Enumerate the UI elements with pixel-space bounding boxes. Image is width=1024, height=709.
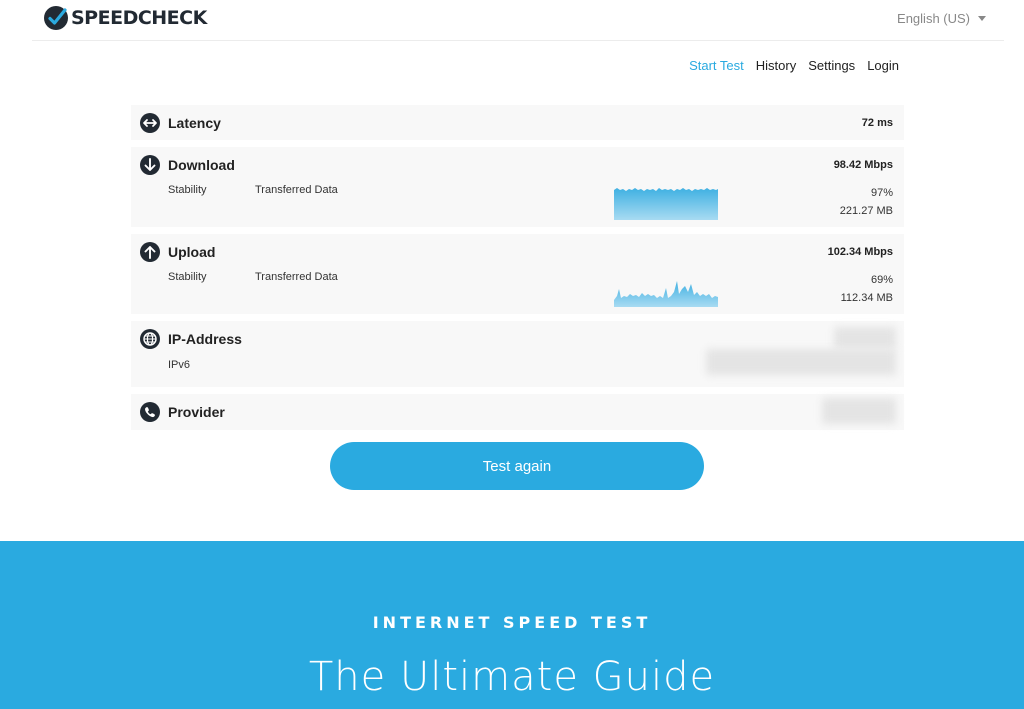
download-row: Download 98.42 Mbps Stability Transferre… (131, 147, 904, 227)
download-transferred-label: Transferred Data (255, 184, 338, 196)
upload-stability-label: Stability (168, 271, 207, 283)
language-selector[interactable]: English (US) (897, 11, 986, 26)
upload-transferred-value: 112.34 MB (840, 292, 893, 304)
download-speed-graph (614, 188, 718, 220)
ip-address-redacted (834, 327, 896, 349)
test-again-button[interactable]: Test again (330, 442, 704, 490)
download-stability-value: 97% (870, 187, 893, 199)
guide-banner: INTERNET SPEED TEST The Ultimate Guide (0, 541, 1024, 709)
latency-row: Latency 72 ms (131, 105, 904, 140)
upload-value: 102.34 Mbps (827, 246, 893, 258)
latency-value: 72 ms (861, 117, 893, 129)
provider-redacted (822, 398, 896, 424)
ip-address-label: IP-Address (168, 331, 242, 347)
nav-login[interactable]: Login (867, 58, 899, 73)
banner-kicker: INTERNET SPEED TEST (372, 613, 652, 632)
upload-speed-graph (614, 281, 718, 307)
ip-version-label: IPv6 (168, 359, 191, 371)
brand-name: SPEEDCHECK (71, 7, 207, 29)
header: SPEEDCHECK English (US) (32, 0, 1004, 41)
upload-transferred-label: Transferred Data (255, 271, 338, 283)
nav-settings[interactable]: Settings (808, 58, 855, 73)
upload-arrow-icon (140, 242, 160, 262)
globe-icon (140, 329, 160, 349)
nav-start-test[interactable]: Start Test (689, 58, 744, 73)
provider-row: Provider (131, 394, 904, 430)
logo-check-icon (44, 6, 68, 30)
latency-arrows-icon (140, 113, 160, 133)
download-transferred-value: 221.27 MB (839, 205, 893, 217)
latency-label: Latency (168, 115, 221, 131)
nav-history[interactable]: History (756, 58, 796, 73)
logo[interactable]: SPEEDCHECK (44, 6, 207, 30)
provider-label: Provider (168, 404, 225, 420)
download-label: Download (168, 157, 235, 173)
top-nav: Start Test History Settings Login (677, 58, 899, 73)
ip-address-row: IP-Address IPv6 (131, 321, 904, 387)
banner-title: The Ultimate Guide (308, 654, 716, 700)
chevron-down-icon (978, 16, 986, 21)
phone-icon (140, 402, 160, 422)
download-value: 98.42 Mbps (833, 159, 893, 171)
upload-row: Upload 102.34 Mbps Stability Transferred… (131, 234, 904, 314)
download-stability-label: Stability (168, 184, 207, 196)
results-panel: Latency 72 ms Download 98.42 Mbps Stabil… (131, 105, 904, 437)
language-label: English (US) (897, 11, 970, 26)
upload-stability-value: 69% (870, 274, 893, 286)
ipv6-address-redacted (706, 349, 896, 375)
download-arrow-icon (140, 155, 160, 175)
upload-label: Upload (168, 244, 216, 260)
